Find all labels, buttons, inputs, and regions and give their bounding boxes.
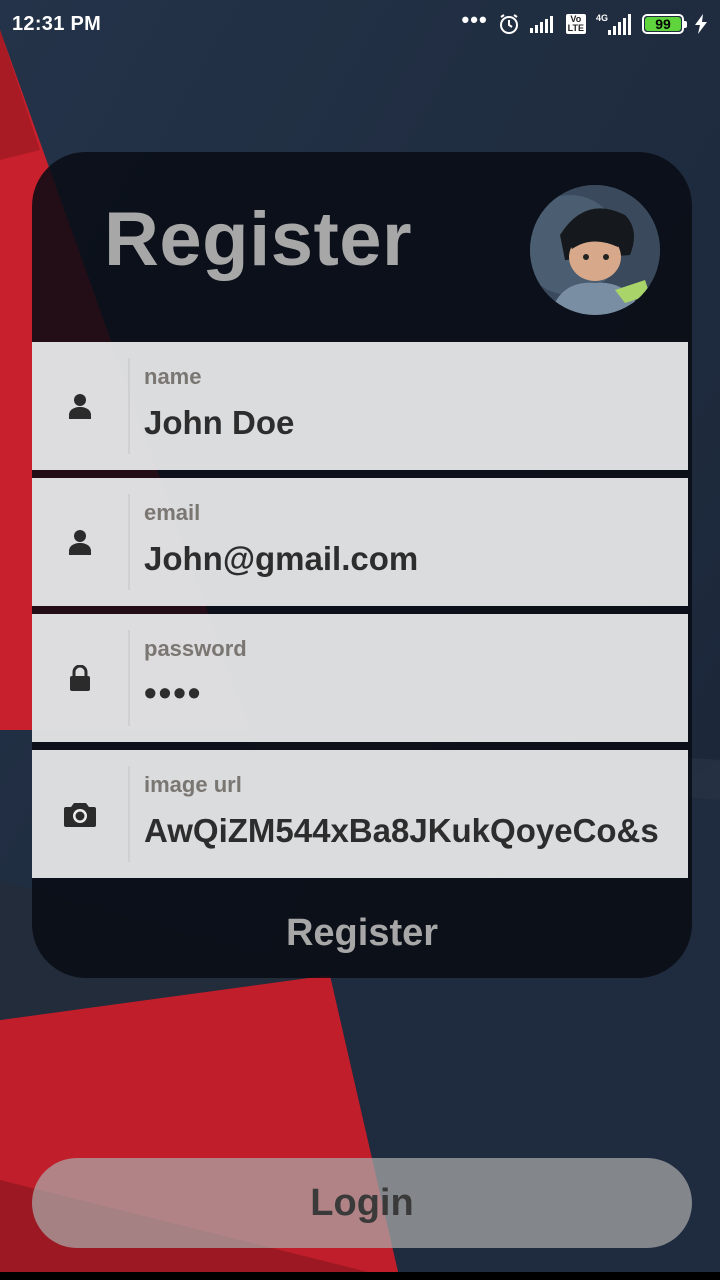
alarm-icon	[498, 13, 520, 35]
email-input[interactable]: John@gmail.com	[144, 540, 680, 578]
register-header: Register	[32, 152, 692, 330]
svg-text:4G: 4G	[596, 13, 608, 23]
person-icon	[32, 342, 128, 470]
signal-4g-icon: 4G	[596, 13, 632, 35]
password-input[interactable]: ••••	[144, 672, 680, 714]
image-url-label: image url	[144, 772, 242, 797]
field-divider	[128, 766, 130, 862]
register-title: Register	[104, 197, 413, 282]
status-time: 12:31 PM	[12, 12, 102, 35]
email-label: email	[144, 500, 201, 525]
register-card: Register name John Doe email John@gmail.…	[32, 152, 692, 978]
person-icon	[32, 478, 128, 606]
password-label: password	[144, 636, 247, 661]
battery-level: 99	[645, 16, 681, 32]
lock-icon	[32, 614, 128, 742]
image-url-input[interactable]: AwQiZM544xBa8JKukQoyeCo&s	[144, 812, 680, 850]
login-button[interactable]: Login	[32, 1158, 692, 1248]
field-divider	[128, 630, 130, 726]
field-divider	[128, 494, 130, 590]
password-field[interactable]: password ••••	[32, 614, 688, 742]
more-notifications-icon: •••	[461, 7, 488, 32]
status-icons: ••• Vo LTE 4G 99	[462, 9, 708, 35]
charging-icon	[694, 14, 708, 34]
email-field[interactable]: email John@gmail.com	[32, 478, 688, 606]
name-field[interactable]: name John Doe	[32, 342, 688, 470]
name-input[interactable]: John Doe	[144, 404, 680, 442]
status-bar: 12:31 PM ••• Vo LTE 4G 99	[0, 0, 720, 48]
camera-icon	[32, 750, 128, 878]
form-fields: name John Doe email John@gmail.com passw…	[32, 342, 688, 886]
avatar[interactable]	[530, 185, 660, 315]
field-divider	[128, 358, 130, 454]
name-label: name	[144, 364, 202, 389]
image-url-field[interactable]: image url AwQiZM544xBa8JKukQoyeCo&s	[32, 750, 688, 878]
register-button[interactable]: Register	[32, 888, 692, 978]
battery-icon: 99	[642, 14, 687, 34]
volte-icon: Vo LTE	[565, 14, 586, 34]
avatar-image	[530, 185, 660, 315]
signal-icon	[529, 15, 556, 33]
